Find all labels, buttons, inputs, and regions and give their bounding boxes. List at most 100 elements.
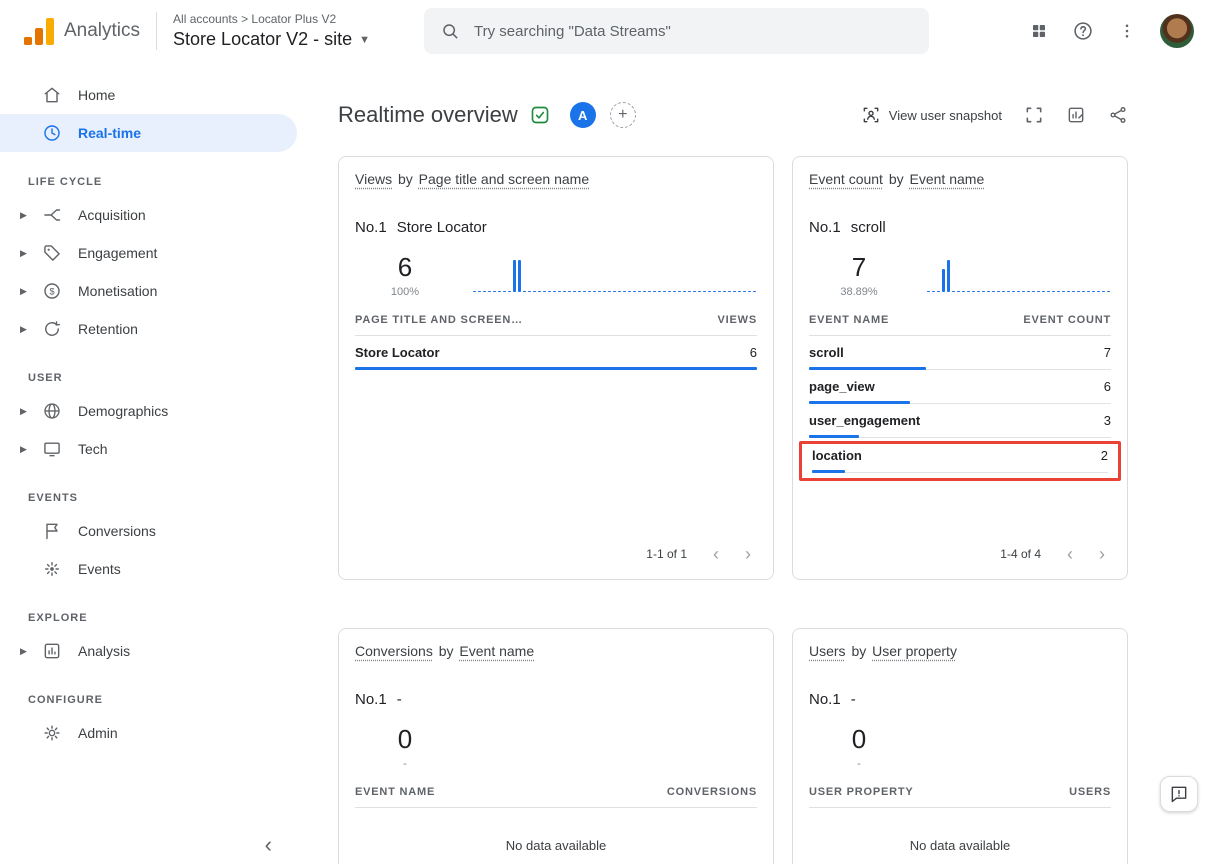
rank-value: - <box>397 691 402 708</box>
dimension-selector[interactable]: Event name <box>910 171 985 187</box>
apps-grid-icon[interactable] <box>1030 22 1048 40</box>
analytics-logo-icon[interactable] <box>24 18 54 45</box>
table-header: PAGE TITLE AND SCREEN… VIEWS <box>355 314 757 336</box>
chevron-right-icon[interactable]: ▶ <box>20 406 27 417</box>
sidebar-item-label: Analysis <box>78 643 130 659</box>
row-value: 6 <box>750 345 757 360</box>
gear-icon <box>42 723 64 743</box>
search-bar[interactable] <box>424 8 929 54</box>
home-icon <box>42 85 64 105</box>
metric-selector[interactable]: Conversions <box>355 643 433 659</box>
sidebar-item-acquisition[interactable]: ▶ Acquisition <box>0 196 297 234</box>
chevron-right-icon[interactable]: ▶ <box>20 248 27 259</box>
sidebar-item-label: Monetisation <box>78 283 157 299</box>
fullscreen-icon[interactable] <box>1024 105 1044 125</box>
table-row: page_view 6 <box>809 370 1111 404</box>
product-name: Analytics <box>64 20 140 42</box>
sidebar-item-realtime[interactable]: Real-time <box>0 114 297 152</box>
sidebar-item-monetisation[interactable]: ▶ $ Monetisation <box>0 272 297 310</box>
metric-percent: - <box>365 758 445 770</box>
row-value: 2 <box>1101 448 1108 463</box>
card-title-by: by <box>889 171 904 187</box>
sidebar-item-retention[interactable]: ▶ Retention <box>0 310 297 348</box>
account-property-switcher[interactable]: All accounts > Locator Plus V2 Store Loc… <box>173 12 370 50</box>
overflow-menu-icon[interactable] <box>1118 22 1136 40</box>
table-header: USER PROPERTY USERS <box>809 786 1111 808</box>
acquisition-icon <box>42 205 64 225</box>
logo-bar-medium <box>35 28 43 45</box>
page-next-icon[interactable]: › <box>1099 545 1105 563</box>
rank-value: - <box>851 691 856 708</box>
metric-row: 0 - <box>809 714 1111 770</box>
sidebar-item-analysis[interactable]: ▶ Analysis <box>0 632 297 670</box>
collapse-sidebar-icon[interactable]: ‹ <box>265 832 272 858</box>
metric-percent: 38.89% <box>819 286 899 298</box>
page-next-icon[interactable]: › <box>745 545 751 563</box>
sidebar-item-tech[interactable]: ▶ Tech <box>0 430 297 468</box>
view-user-snapshot-button[interactable]: View user snapshot <box>861 105 1002 125</box>
sidebar-section-lifecycle: LIFE CYCLE <box>0 172 300 192</box>
no-data-message: No data available <box>809 838 1111 853</box>
user-avatar[interactable] <box>1160 14 1194 48</box>
breadcrumb: All accounts > Locator Plus V2 <box>173 12 370 26</box>
sidebar-item-label: Engagement <box>78 245 157 261</box>
sidebar-item-admin[interactable]: Admin <box>0 714 297 752</box>
column-dimension: USER PROPERTY <box>809 786 914 798</box>
dimension-selector[interactable]: User property <box>872 643 957 659</box>
chevron-right-icon[interactable]: ▶ <box>20 210 27 221</box>
metric-percent: - <box>819 758 899 770</box>
metric-value: 0 <box>365 724 445 755</box>
dimension-selector[interactable]: Page title and screen name <box>419 171 589 187</box>
column-metric: EVENT COUNT <box>1023 314 1111 326</box>
chevron-right-icon[interactable]: ▶ <box>20 286 27 297</box>
view-user-snapshot-label: View user snapshot <box>889 108 1002 123</box>
row-name: scroll <box>809 345 844 360</box>
sidebar-item-conversions[interactable]: Conversions <box>0 512 297 550</box>
metric-selector[interactable]: Users <box>809 643 846 659</box>
dimension-selector[interactable]: Event name <box>459 643 534 659</box>
monetisation-icon: $ <box>42 281 64 301</box>
top-item-row: No.1 - <box>809 691 1111 708</box>
svg-text:$: $ <box>49 286 54 296</box>
table-row: Store Locator 6 <box>355 336 757 370</box>
sidebar-item-label: Acquisition <box>78 207 146 223</box>
data-quality-check-icon[interactable] <box>530 105 550 125</box>
row-value: 3 <box>1104 413 1111 428</box>
feedback-icon <box>1169 784 1189 804</box>
add-comparison-button[interactable]: + <box>610 102 636 128</box>
chevron-right-icon[interactable]: ▶ <box>20 324 27 335</box>
sidebar-item-demographics[interactable]: ▶ Demographics <box>0 392 297 430</box>
card-title-by: by <box>439 643 454 659</box>
table-row-highlighted: location 2 <box>799 441 1121 481</box>
help-icon[interactable] <box>1072 20 1094 42</box>
metric-selector[interactable]: Event count <box>809 171 883 187</box>
main-content: Realtime overview A + View user snapshot <box>300 62 1212 864</box>
search-icon <box>440 21 460 41</box>
share-icon[interactable] <box>1108 105 1128 125</box>
demographics-icon <box>42 401 64 421</box>
flag-icon <box>42 521 64 541</box>
comparison-avatar[interactable]: A <box>570 102 596 128</box>
chevron-right-icon[interactable]: ▶ <box>20 646 27 657</box>
no-data-message: No data available <box>355 838 757 853</box>
sidebar-item-events[interactable]: Events <box>0 550 297 588</box>
page-prev-icon[interactable]: ‹ <box>1067 545 1073 563</box>
row-bar <box>809 367 926 370</box>
property-name: Store Locator V2 - site <box>173 29 352 50</box>
sidebar-item-home[interactable]: Home <box>0 76 297 114</box>
row-name: Store Locator <box>355 345 440 360</box>
sidebar-item-label: Retention <box>78 321 138 337</box>
chevron-right-icon[interactable]: ▶ <box>20 444 27 455</box>
sparkline-chart <box>927 728 1111 764</box>
search-input[interactable] <box>474 23 913 40</box>
logo-dot <box>24 37 32 45</box>
customize-report-icon[interactable] <box>1066 105 1086 125</box>
metric-selector[interactable]: Views <box>355 171 392 187</box>
sidebar-item-engagement[interactable]: ▶ Engagement <box>0 234 297 272</box>
row-value: 7 <box>1104 345 1111 360</box>
page-prev-icon[interactable]: ‹ <box>713 545 719 563</box>
sidebar-item-label: Admin <box>78 725 118 741</box>
feedback-button[interactable] <box>1160 776 1198 812</box>
events-icon <box>42 559 64 579</box>
engagement-icon <box>42 243 64 263</box>
